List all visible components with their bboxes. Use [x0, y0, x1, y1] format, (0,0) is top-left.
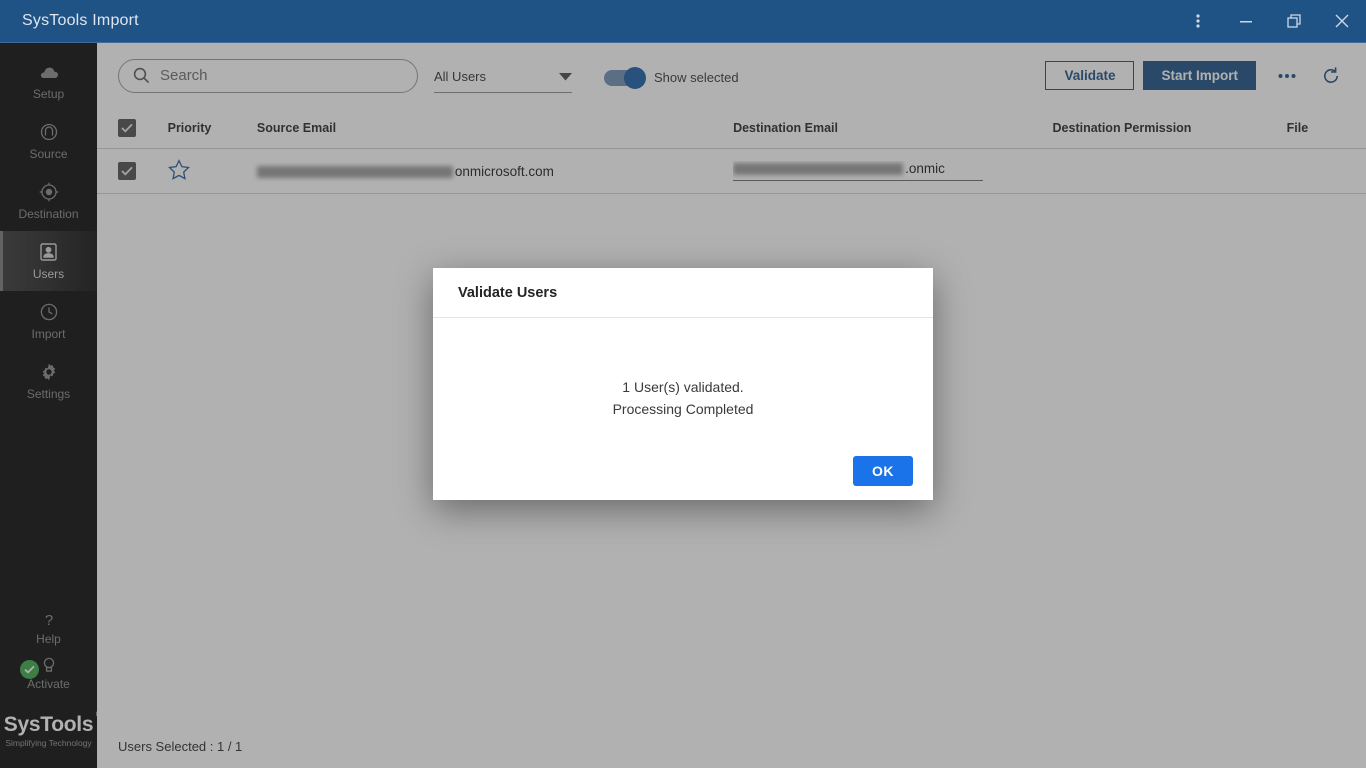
validate-users-dialog: Validate Users 1 User(s) validated. Proc… — [433, 268, 933, 500]
dialog-message-line1: 1 User(s) validated. — [622, 376, 743, 398]
ok-button[interactable]: OK — [853, 456, 913, 486]
dialog-message-line2: Processing Completed — [613, 398, 754, 420]
window-controls — [1174, 0, 1366, 43]
restore-icon[interactable] — [1270, 0, 1318, 43]
more-options-icon[interactable] — [1174, 0, 1222, 43]
close-icon[interactable] — [1318, 0, 1366, 43]
dialog-title: Validate Users — [433, 268, 933, 318]
title-bar: SysTools Import — [0, 0, 1366, 43]
minimize-icon[interactable] — [1222, 0, 1270, 43]
dialog-footer: OK — [853, 456, 913, 486]
app-title: SysTools Import — [22, 12, 139, 30]
app-window: SysTools Import Setup — [0, 0, 1366, 768]
dialog-body: 1 User(s) validated. Processing Complete… — [433, 318, 933, 500]
